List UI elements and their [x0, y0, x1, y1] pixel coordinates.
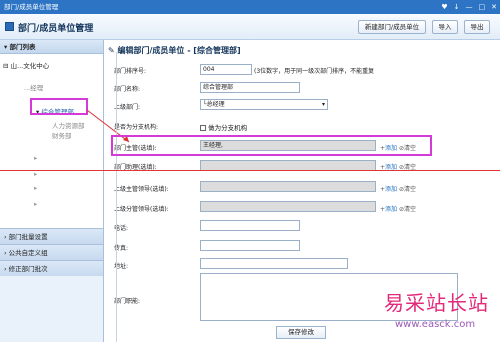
branch-option-label: 做为分支机构	[208, 124, 248, 132]
sidebar-heading: ▾ 部门列表	[0, 40, 103, 54]
phone-label: 电话:	[114, 225, 129, 232]
branch-checkbox[interactable]: 做为分支机构	[200, 122, 247, 132]
order-hint: (3位数字，用于同一级次部门排序，不能重复	[254, 68, 375, 75]
address-label: 地址:	[114, 263, 129, 270]
form-title: ✎ 编辑部门/成员单位 - [综合管理部]	[108, 46, 241, 55]
fax-label: 传真:	[114, 245, 129, 252]
form-divider	[116, 52, 117, 342]
phone-input[interactable]	[200, 220, 300, 231]
sidebar: ▾ 部门列表 ⊟ 山...文化中心 ...经理 ▾ 综合管理部 人力资源部 财务…	[0, 40, 104, 342]
superior-input[interactable]	[200, 201, 376, 212]
window-title-bar: 部门/成员单位管理 ♥ ↓ — □ ✕	[0, 0, 500, 14]
director-label: 上级主管领导(选填):	[114, 186, 169, 193]
import-button[interactable]: 导入	[432, 20, 458, 34]
order-label: 部门排序号:	[114, 68, 147, 75]
new-department-button[interactable]: 新建部门/成员单位	[358, 20, 426, 34]
add-superior-button[interactable]: +添加	[380, 206, 397, 213]
window-title: 部门/成员单位管理	[4, 3, 59, 11]
checkbox-icon[interactable]	[200, 125, 206, 131]
sidebar-section-batch[interactable]: › 部门批量设置	[0, 228, 103, 244]
parent-select-value: └总经理	[203, 101, 225, 108]
parent-select[interactable]: └总经理 ▾	[200, 99, 328, 110]
tree-item-hr[interactable]: 人力资源部	[52, 120, 85, 130]
tree-expander[interactable]: ▸	[34, 170, 37, 178]
tree-expander[interactable]: ▸	[34, 184, 37, 192]
minimize-icon[interactable]: —	[466, 0, 473, 14]
tree-expander[interactable]: ▸	[34, 200, 37, 208]
watermark-text: 易采站长站	[384, 291, 489, 315]
name-input[interactable]: 综合管理部	[200, 82, 300, 93]
order-input[interactable]: 004	[200, 64, 252, 75]
superior-label: 上级分管领导(选填):	[114, 206, 169, 213]
director-actions: +添加 ⊘清空	[380, 184, 416, 193]
maximize-icon[interactable]: □	[479, 0, 486, 14]
close-icon[interactable]: ✕	[491, 0, 497, 14]
fax-input[interactable]	[200, 240, 300, 251]
tree-item-finance[interactable]: 财务部	[52, 130, 72, 140]
duty-label: 部门职能:	[114, 298, 141, 305]
watermark-url: www.easck.com	[395, 319, 476, 330]
tree-root[interactable]: ⊟ 山...文化中心	[3, 60, 49, 70]
sidebar-section-custom-group[interactable]: › 公共自定义组	[0, 244, 103, 260]
sidebar-section-fix-batch[interactable]: › 修正部门批次	[0, 260, 103, 276]
parent-label: 上级部门:	[114, 104, 141, 111]
highlight-box-tree	[30, 98, 88, 115]
tree-node-manager[interactable]: ...经理	[24, 82, 43, 92]
name-label: 部门名称:	[114, 86, 141, 93]
download-icon[interactable]: ↓	[454, 0, 460, 14]
favorite-icon[interactable]: ♥	[441, 0, 447, 14]
page-title: 部门/成员单位管理	[18, 24, 94, 34]
save-button[interactable]: 保存修改	[276, 326, 326, 339]
app-icon	[5, 22, 14, 31]
superior-actions: +添加 ⊘清空	[380, 204, 416, 213]
clear-director-button[interactable]: ⊘清空	[399, 186, 416, 193]
address-input[interactable]	[200, 258, 348, 269]
clear-superior-button[interactable]: ⊘清空	[399, 206, 416, 213]
highlight-box-manager	[111, 135, 432, 156]
red-divider-line	[0, 170, 500, 171]
director-input[interactable]	[200, 181, 376, 192]
window-controls: ♥ ↓ — □ ✕	[441, 0, 497, 14]
add-director-button[interactable]: +添加	[380, 186, 397, 193]
header-toolbar: 部门/成员单位管理 新建部门/成员单位 导入 导出	[0, 14, 500, 40]
branch-label: 是否为分支机构:	[114, 124, 159, 131]
tree-expander[interactable]: ▸	[34, 154, 37, 162]
chevron-down-icon: ▾	[321, 101, 325, 108]
export-button[interactable]: 导出	[464, 20, 490, 34]
